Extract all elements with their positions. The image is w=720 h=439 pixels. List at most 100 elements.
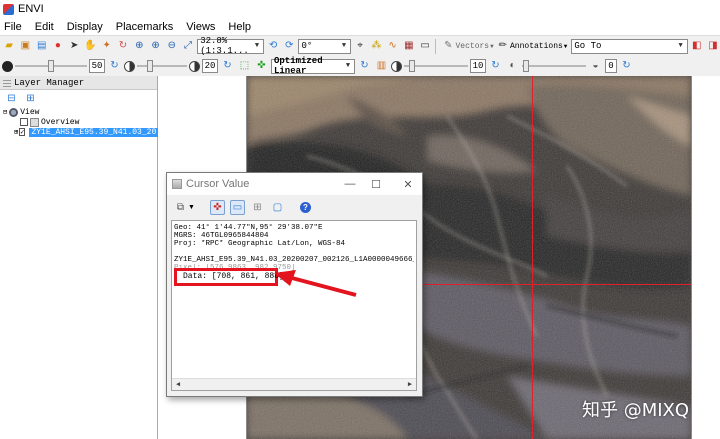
rotate-icon[interactable]: ↻ xyxy=(116,39,130,54)
next-view-icon[interactable]: ◨ xyxy=(706,39,720,54)
rotate-left-icon[interactable]: ⟲ xyxy=(266,39,280,54)
copy-icon[interactable]: ⧉ xyxy=(173,200,188,215)
overview-node-icon xyxy=(30,117,39,127)
rotation-combo[interactable]: 0° ▼ xyxy=(298,38,351,54)
data-highlight-box: Data: [708, 861, 888] xyxy=(174,268,284,286)
menu-edit[interactable]: Edit xyxy=(35,21,54,33)
panel-grip-icon[interactable] xyxy=(3,79,11,87)
transparency-slider[interactable] xyxy=(522,59,586,73)
crosshair-vertical xyxy=(532,76,533,439)
transparency-input[interactable]: 0 xyxy=(605,59,617,73)
layer-tree: ⊟ View Overview ⊞ ✓ ZY1E_AHSI_E95.39_N41… xyxy=(0,107,159,137)
dialog-title-bar[interactable]: Cursor Value — ☐ ✕ xyxy=(167,173,422,195)
collapse-icon[interactable]: ⊟ xyxy=(4,91,19,106)
help-icon[interactable]: ? xyxy=(299,201,311,213)
chevron-down-icon: ▼ xyxy=(341,42,347,50)
stretch-value: Optimized Linear xyxy=(274,56,323,76)
vector-tool-icon[interactable]: ✎ xyxy=(441,39,455,54)
expand-node-icon[interactable]: ⊞ xyxy=(14,128,18,137)
contrast-icon xyxy=(124,60,135,72)
stretch-combo[interactable]: Optimized Linear ▼ xyxy=(271,56,355,76)
zoom-combo[interactable]: 32.8% (1:3.1... ▼ xyxy=(197,36,264,56)
contrast-input[interactable]: 20 xyxy=(202,59,218,73)
refresh-stretch-icon[interactable]: ↻ xyxy=(357,59,372,74)
vectors-menu[interactable]: Vectors ▼ xyxy=(456,42,494,51)
layer-manager-icon[interactable]: ▤ xyxy=(35,39,49,54)
layer-manager-panel: Layer Manager ⊟ ⊞ ⊟ View Overview ⊞ ✓ ZY… xyxy=(0,76,159,439)
menu-help[interactable]: Help xyxy=(228,21,251,33)
geo-line: Geo: 41° 1'44.77"N,95° 29'38.07"E xyxy=(174,224,323,232)
export-icon[interactable]: ▢ xyxy=(270,200,285,215)
title-bar: ENVI xyxy=(0,0,720,18)
scroll-left-icon[interactable]: ◀ xyxy=(172,379,184,390)
layer-checkbox[interactable]: ✓ xyxy=(19,128,26,137)
histogram-icon[interactable]: ▥ xyxy=(374,59,389,74)
chevron-down-icon: ▼ xyxy=(254,42,260,50)
pan-icon[interactable]: ✋ xyxy=(83,39,97,54)
crosshair-toggle-icon[interactable]: ✜ xyxy=(209,199,225,215)
sharpen-input[interactable]: 10 xyxy=(470,59,486,73)
open-file-icon[interactable]: ▰ xyxy=(2,39,16,54)
select-arrow-icon[interactable]: ➤ xyxy=(67,39,81,54)
reset-sharpen-icon[interactable]: ↻ xyxy=(488,59,503,74)
reset-brightness-icon[interactable]: ↻ xyxy=(107,59,122,74)
menu-bar: File Edit Display Placemarks Views Help xyxy=(0,18,720,35)
menu-file[interactable]: File xyxy=(4,21,22,33)
rotation-value: 0° xyxy=(301,41,313,51)
fit-zoom-icon[interactable]: ⤢ xyxy=(181,39,195,54)
sharpen-slider[interactable] xyxy=(404,59,468,73)
expand-icon[interactable]: ⊞ xyxy=(23,91,38,106)
overview-checkbox[interactable] xyxy=(20,118,28,126)
contrast-icon xyxy=(189,60,200,72)
placemark-icon[interactable]: ● xyxy=(51,39,65,54)
annotations-menu[interactable]: Annotations ▼ xyxy=(510,42,567,51)
scroll-right-icon[interactable]: ▶ xyxy=(404,379,416,390)
brightness-icon xyxy=(2,60,13,72)
tree-item-layer[interactable]: ⊞ ✓ ZY1E_AHSI_E95.39_N41.03_20 xyxy=(0,127,159,137)
pixel-locator-icon[interactable]: ⁂ xyxy=(369,39,383,54)
cursor-value-icon[interactable]: ▦ xyxy=(402,39,416,54)
rotate-right-icon[interactable]: ⟳ xyxy=(282,39,296,54)
pixel-grid-icon[interactable]: ▭ xyxy=(229,199,245,215)
horizontal-scrollbar[interactable]: ◀ ▶ xyxy=(172,378,416,390)
display-toolbar: 50 ↻ 20 ↻ ⬚ ✜ Optimized Linear ▼ ↻ ▥ 10 … xyxy=(0,56,720,76)
zoom-in-icon[interactable]: ⊕ xyxy=(148,39,162,54)
minimize-button[interactable]: — xyxy=(337,176,363,192)
stretch-full-icon[interactable]: ✜ xyxy=(254,59,269,74)
data-manager-icon[interactable]: ▣ xyxy=(18,39,32,54)
menu-display[interactable]: Display xyxy=(67,21,103,33)
brightness-input[interactable]: 50 xyxy=(89,59,105,73)
window-title: ENVI xyxy=(18,3,44,15)
dialog-title: Cursor Value xyxy=(186,178,250,190)
dialog-toolbar: ⧉ ▼ ✜ ▭ ⊞ ▢ ? xyxy=(167,195,422,219)
contrast-slider[interactable] xyxy=(137,59,187,73)
file-line: ZY1E_AHSI_E95.39_N41.03_20200207_002126_… xyxy=(174,256,414,264)
close-button[interactable]: ✕ xyxy=(395,176,421,192)
envi-logo-icon xyxy=(3,3,14,15)
maximize-button[interactable]: ☐ xyxy=(363,176,389,192)
table-icon[interactable]: ⊞ xyxy=(250,200,265,215)
menu-views[interactable]: Views xyxy=(186,21,215,33)
reset-transparency-icon[interactable]: ↻ xyxy=(619,59,634,74)
zoom-icon[interactable]: ⊕ xyxy=(132,39,146,54)
measure-icon[interactable]: ▭ xyxy=(418,39,432,54)
view-node-icon xyxy=(9,107,19,117)
brightness-slider[interactable] xyxy=(15,59,87,73)
stretch-roi-icon[interactable]: ⬚ xyxy=(237,59,252,74)
goto-combo[interactable]: Go To ▼ xyxy=(571,38,688,54)
zoom-out-icon[interactable]: ⊖ xyxy=(165,39,179,54)
menu-placemarks[interactable]: Placemarks xyxy=(116,21,173,33)
fly-icon[interactable]: ✦ xyxy=(100,39,114,54)
collapse-node-icon[interactable]: ⊟ xyxy=(3,108,7,117)
crosshair-icon[interactable]: ⌖ xyxy=(353,39,367,54)
reset-contrast-icon[interactable]: ↻ xyxy=(220,59,235,74)
sharpen-icon xyxy=(391,60,402,72)
previous-view-icon[interactable]: ◧ xyxy=(690,39,704,54)
transparency-icon: ◐ xyxy=(509,60,516,71)
annotation-tool-icon[interactable]: ✏ xyxy=(496,39,510,54)
tree-item-overview[interactable]: Overview xyxy=(0,117,157,127)
layer-name: ZY1E_AHSI_E95.39_N41.03_20 xyxy=(29,127,159,137)
spectral-profile-icon[interactable]: ∿ xyxy=(385,39,399,54)
tree-item-view[interactable]: ⊟ View xyxy=(0,107,157,117)
chevron-down-icon[interactable]: ▼ xyxy=(188,204,195,211)
